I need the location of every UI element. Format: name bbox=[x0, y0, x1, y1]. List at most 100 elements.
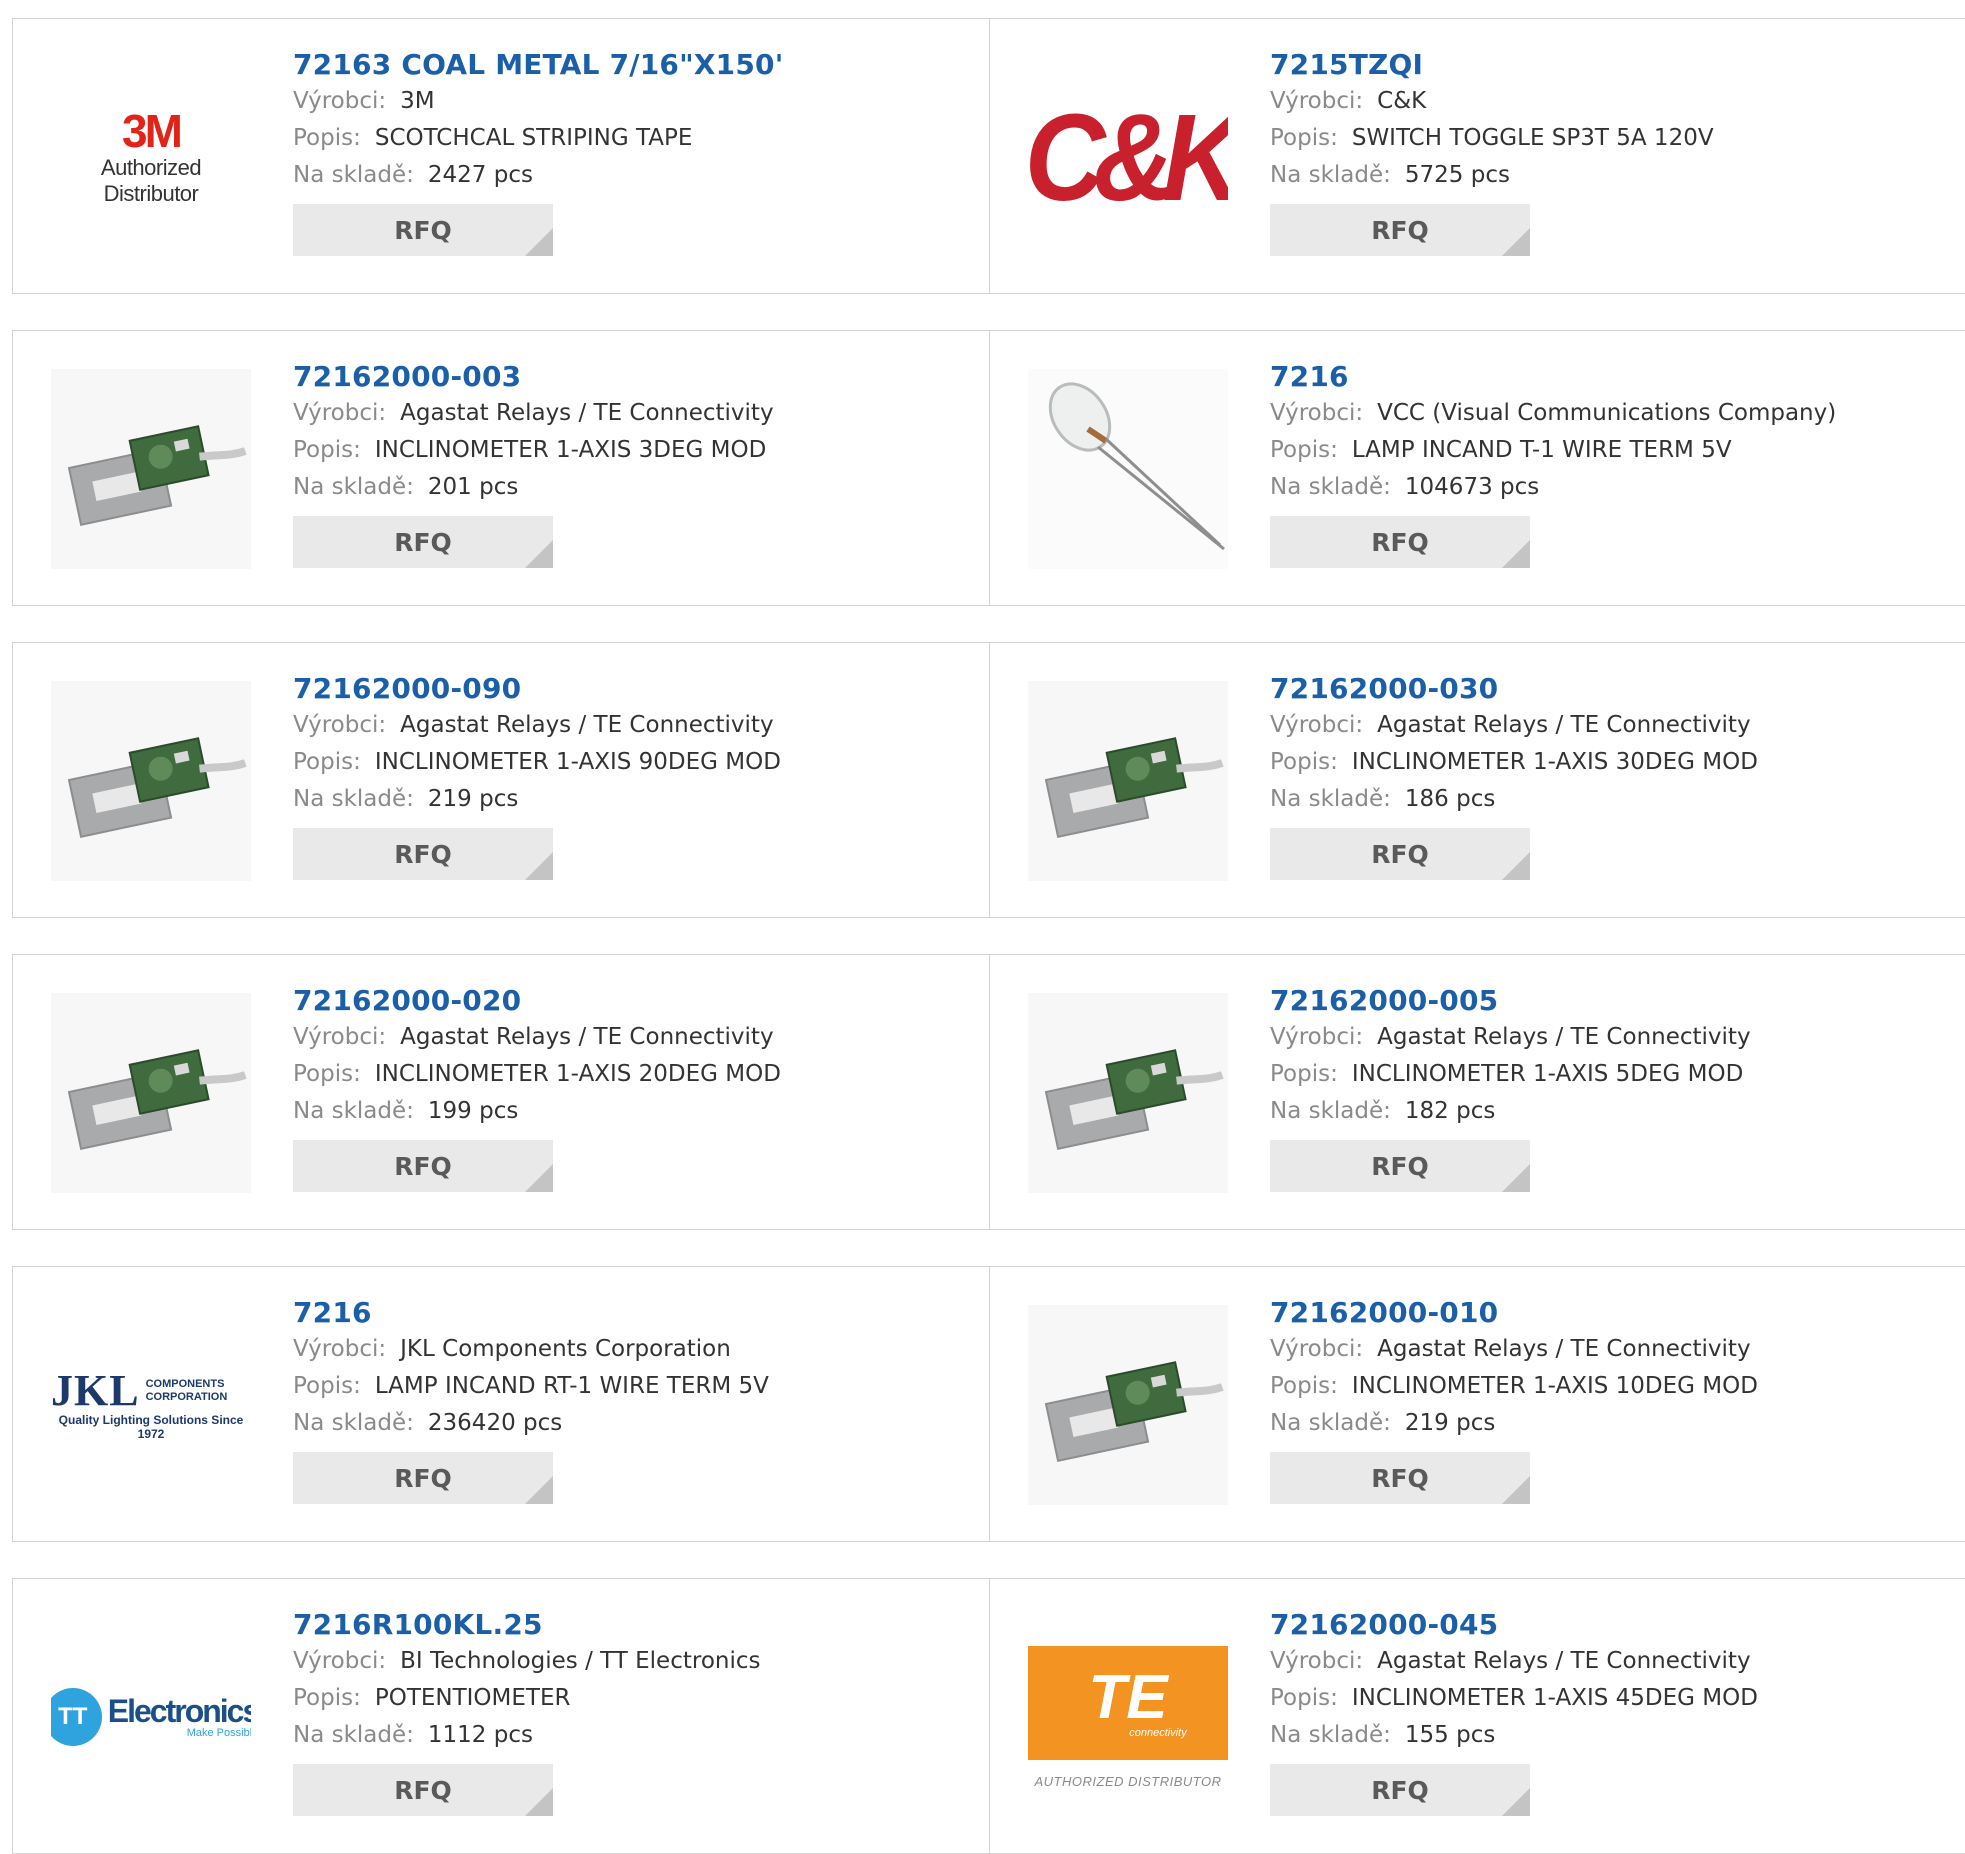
button-corner bbox=[525, 852, 553, 881]
product-part-link[interactable]: 72162000-030 bbox=[1270, 671, 1965, 707]
manufacturer-row: Výrobci: Agastat Relays / TE Connectivity bbox=[1270, 707, 1965, 744]
ck-logo: C&K bbox=[1028, 88, 1228, 226]
product-info: 72162000-005 Výrobci: Agastat Relays / TE… bbox=[1270, 983, 1965, 1193]
manufacturer-value: Agastat Relays / TE Connectivity bbox=[1377, 1336, 1751, 1363]
button-corner bbox=[1502, 1476, 1530, 1505]
rfq-button[interactable]: RFQ bbox=[293, 204, 553, 257]
rfq-button[interactable]: RFQ bbox=[293, 828, 553, 881]
rfq-button[interactable]: RFQ bbox=[1270, 516, 1530, 569]
stock-row: Na skladě: 219 pcs bbox=[293, 781, 981, 818]
rfq-button[interactable]: RFQ bbox=[1270, 828, 1530, 881]
manufacturer-label: Výrobci: bbox=[1270, 712, 1364, 739]
description-label: Popis: bbox=[293, 1373, 361, 1400]
logo-text: TE bbox=[1088, 1662, 1168, 1732]
product-part-link[interactable]: 72162000-003 bbox=[293, 359, 981, 395]
manufacturer-label: Výrobci: bbox=[1270, 1024, 1364, 1051]
product-image[interactable] bbox=[1028, 369, 1228, 569]
product-image[interactable]: 3M Authorized Distributor bbox=[51, 57, 251, 257]
manufacturer-label: Výrobci: bbox=[1270, 1648, 1364, 1675]
rfq-button[interactable]: RFQ bbox=[1270, 1452, 1530, 1505]
stock-value: 104673 pcs bbox=[1404, 474, 1540, 501]
description-row: Popis: SWITCH TOGGLE SP3T 5A 120V bbox=[1270, 120, 1965, 157]
product-part-link[interactable]: 72162000-045 bbox=[1270, 1607, 1965, 1643]
stock-value: 219 pcs bbox=[1404, 1410, 1496, 1437]
product-part-link[interactable]: 7215TZQI bbox=[1270, 47, 1965, 83]
inclinometer-photo bbox=[51, 369, 251, 569]
product-image[interactable]: TE connectivity AUTHORIZED DISTRIBUTOR bbox=[1028, 1617, 1228, 1817]
rfq-label: RFQ bbox=[394, 1463, 452, 1493]
rfq-label: RFQ bbox=[1371, 527, 1429, 557]
button-corner bbox=[525, 1476, 553, 1505]
rfq-button[interactable]: RFQ bbox=[1270, 204, 1530, 257]
logo-subtext: Authorized Distributor bbox=[100, 155, 202, 206]
description-row: Popis: INCLINOMETER 1-AXIS 90DEG MOD bbox=[293, 744, 981, 781]
stock-label: Na skladě: bbox=[1270, 162, 1391, 189]
product-info: 7216R100KL.25 Výrobci: BI Technologies / … bbox=[293, 1607, 981, 1817]
button-corner bbox=[525, 1788, 553, 1817]
product-part-link[interactable]: 7216 bbox=[293, 1295, 981, 1331]
rfq-button[interactable]: RFQ bbox=[293, 1140, 553, 1193]
manufacturer-label: Výrobci: bbox=[1270, 1336, 1364, 1363]
rfq-button[interactable]: RFQ bbox=[293, 1764, 553, 1817]
stock-row: Na skladě: 2427 pcs bbox=[293, 157, 981, 194]
product-part-link[interactable]: 72162000-005 bbox=[1270, 983, 1965, 1019]
product-part-link[interactable]: 72162000-020 bbox=[293, 983, 981, 1019]
inclinometer-photo bbox=[1028, 1305, 1228, 1505]
description-label: Popis: bbox=[293, 437, 361, 464]
stock-value: 219 pcs bbox=[427, 786, 519, 813]
description-value: POTENTIOMETER bbox=[374, 1685, 571, 1712]
description-row: Popis: INCLINOMETER 1-AXIS 10DEG MOD bbox=[1270, 1368, 1965, 1405]
description-label: Popis: bbox=[293, 125, 361, 152]
product-image[interactable]: TT Electronics Make Possible bbox=[51, 1617, 251, 1817]
product-image[interactable] bbox=[1028, 993, 1228, 1193]
product-info: 72162000-003 Výrobci: Agastat Relays / TE… bbox=[293, 359, 981, 569]
manufacturer-row: Výrobci: Agastat Relays / TE Connectivity bbox=[1270, 1643, 1965, 1680]
product-grid: 3M Authorized Distributor 72163 COAL MET… bbox=[0, 0, 1965, 1854]
stock-label: Na skladě: bbox=[293, 1410, 414, 1437]
description-value: INCLINOMETER 1-AXIS 3DEG MOD bbox=[374, 437, 767, 464]
description-row: Popis: LAMP INCAND RT-1 WIRE TERM 5V bbox=[293, 1368, 981, 1405]
description-label: Popis: bbox=[293, 1685, 361, 1712]
stock-row: Na skladě: 219 pcs bbox=[1270, 1405, 1965, 1442]
product-part-link[interactable]: 72162000-090 bbox=[293, 671, 981, 707]
product-image[interactable] bbox=[51, 681, 251, 881]
stock-label: Na skladě: bbox=[1270, 1098, 1391, 1125]
button-corner bbox=[525, 540, 553, 569]
stock-value: 236420 pcs bbox=[427, 1410, 563, 1437]
product-image[interactable]: C&K bbox=[1028, 57, 1228, 257]
button-corner bbox=[525, 228, 553, 257]
stock-value: 182 pcs bbox=[1404, 1098, 1496, 1125]
rfq-button[interactable]: RFQ bbox=[293, 516, 553, 569]
manufacturer-value: C&K bbox=[1377, 88, 1427, 115]
stock-value: 201 pcs bbox=[427, 474, 519, 501]
product-part-link[interactable]: 72162000-010 bbox=[1270, 1295, 1965, 1331]
rfq-button[interactable]: RFQ bbox=[293, 1452, 553, 1505]
description-row: Popis: SCOTCHCAL STRIPING TAPE bbox=[293, 120, 981, 157]
stock-value: 186 pcs bbox=[1404, 786, 1496, 813]
rfq-label: RFQ bbox=[1371, 1463, 1429, 1493]
product-part-link[interactable]: 7216 bbox=[1270, 359, 1965, 395]
manufacturer-row: Výrobci: Agastat Relays / TE Connectivity bbox=[293, 395, 981, 432]
product-image[interactable] bbox=[1028, 681, 1228, 881]
stock-value: 1112 pcs bbox=[427, 1722, 533, 1749]
product-part-link[interactable]: 7216R100KL.25 bbox=[293, 1607, 981, 1643]
stock-value: 5725 pcs bbox=[1404, 162, 1510, 189]
product-card: 72162000-030 Výrobci: Agastat Relays / TE… bbox=[989, 642, 1965, 918]
logo-text: 3M bbox=[122, 105, 183, 157]
rfq-label: RFQ bbox=[1371, 1151, 1429, 1181]
product-image[interactable] bbox=[51, 369, 251, 569]
product-image[interactable] bbox=[1028, 1305, 1228, 1505]
description-label: Popis: bbox=[1270, 749, 1338, 776]
stock-value: 199 pcs bbox=[427, 1098, 519, 1125]
rfq-button[interactable]: RFQ bbox=[1270, 1764, 1530, 1817]
product-image[interactable]: JKL COMPONENTS CORPORATION Quality Light… bbox=[51, 1305, 251, 1505]
rfq-button[interactable]: RFQ bbox=[1270, 1140, 1530, 1193]
inclinometer-photo bbox=[1028, 681, 1228, 881]
product-part-link[interactable]: 72163 COAL METAL 7/16"X150' bbox=[293, 47, 981, 83]
description-value: INCLINOMETER 1-AXIS 45DEG MOD bbox=[1351, 1685, 1758, 1712]
manufacturer-value: Agastat Relays / TE Connectivity bbox=[1377, 712, 1751, 739]
stock-label: Na skladě: bbox=[293, 162, 414, 189]
description-value: SCOTCHCAL STRIPING TAPE bbox=[374, 125, 693, 152]
product-info: 72163 COAL METAL 7/16"X150' Výrobci: 3M P… bbox=[293, 47, 981, 257]
product-image[interactable] bbox=[51, 993, 251, 1193]
